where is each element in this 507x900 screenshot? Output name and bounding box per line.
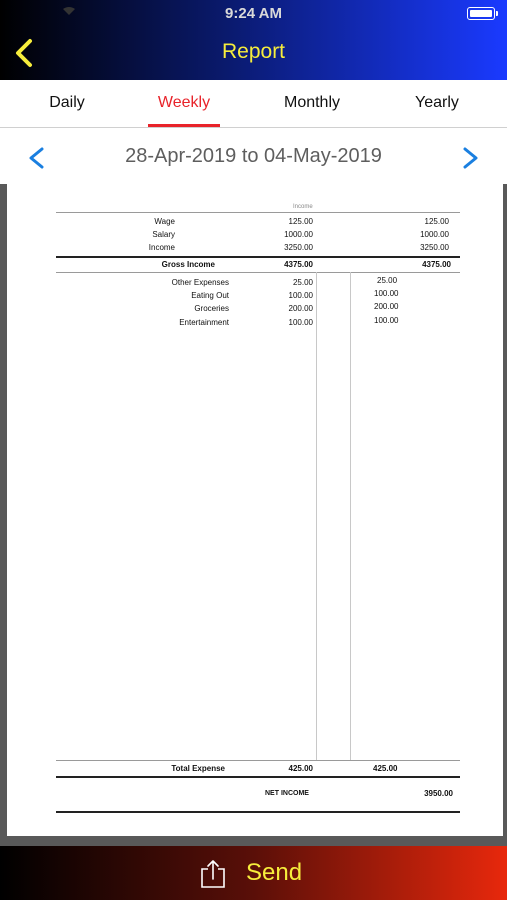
footer-bar: Send <box>0 846 507 900</box>
tab-yearly[interactable]: Yearly <box>398 94 476 112</box>
send-label: Send <box>246 859 303 886</box>
share-icon <box>201 860 225 888</box>
income-row-total: 125.00 <box>424 217 449 226</box>
income-row-label: Income <box>148 243 175 252</box>
gross-income-total: 4375.00 <box>422 260 451 269</box>
income-row-label: Wage <box>154 217 175 226</box>
period-tabs: Daily Weekly Monthly Yearly <box>0 80 507 128</box>
total-expense-amount: 425.00 <box>288 764 313 773</box>
divider <box>56 760 460 761</box>
date-navigator: 28-Apr-2019 to 04-May-2019 <box>0 128 507 184</box>
income-column-header: Income <box>293 204 313 210</box>
expense-row-amount: 200.00 <box>288 304 313 313</box>
expense-row-label: Entertainment <box>179 318 229 327</box>
income-row-total: 3250.00 <box>420 243 449 252</box>
expense-row-total: 100.00 <box>374 316 399 325</box>
income-row-label: Salary <box>152 230 175 239</box>
column-rule <box>350 272 351 760</box>
expense-row-label: Groceries <box>194 304 229 313</box>
expense-row-label: Eating Out <box>191 291 229 300</box>
column-rule <box>316 272 317 760</box>
income-row-amount: 125.00 <box>288 217 313 226</box>
report-sheet: Income Wage 125.00 125.00 Salary 1000.00… <box>7 184 503 836</box>
expense-row-amount: 25.00 <box>292 278 313 287</box>
divider <box>56 776 460 778</box>
income-row-amount: 1000.00 <box>284 230 313 239</box>
battery-icon <box>467 7 498 20</box>
status-time: 9:24 AM <box>225 5 282 22</box>
net-income-label: NET INCOME <box>265 790 309 797</box>
next-period-icon[interactable] <box>459 146 481 170</box>
expense-row-total: 100.00 <box>374 289 399 298</box>
tab-monthly[interactable]: Monthly <box>270 94 354 112</box>
tab-weekly[interactable]: Weekly <box>144 94 224 112</box>
divider <box>56 272 460 273</box>
date-range-label: 28-Apr-2019 to 04-May-2019 <box>125 145 382 167</box>
report-preview[interactable]: Income Wage 125.00 125.00 Salary 1000.00… <box>0 184 507 846</box>
expense-row-total: 25.00 <box>377 276 398 285</box>
nav-header: 9:24 AM Report <box>0 0 507 80</box>
total-expense-label: Total Expense <box>171 764 225 773</box>
tab-daily[interactable]: Daily <box>28 94 106 112</box>
gross-income-label: Gross Income <box>161 260 215 269</box>
income-row-amount: 3250.00 <box>284 243 313 252</box>
total-expense-total: 425.00 <box>373 764 398 773</box>
divider <box>56 256 460 258</box>
income-row-total: 1000.00 <box>420 230 449 239</box>
active-tab-indicator <box>148 124 220 127</box>
divider <box>56 811 460 813</box>
page-title: Report <box>221 40 286 63</box>
expense-row-total: 200.00 <box>374 302 399 311</box>
send-button[interactable]: Send <box>0 846 507 900</box>
net-income-amount: 3950.00 <box>424 789 453 798</box>
expense-row-amount: 100.00 <box>288 318 313 327</box>
gross-income-amount: 4375.00 <box>284 260 313 269</box>
expense-row-amount: 100.00 <box>288 291 313 300</box>
divider <box>56 212 460 213</box>
expense-row-label: Other Expenses <box>171 278 229 287</box>
status-bar: 9:24 AM <box>0 0 507 26</box>
